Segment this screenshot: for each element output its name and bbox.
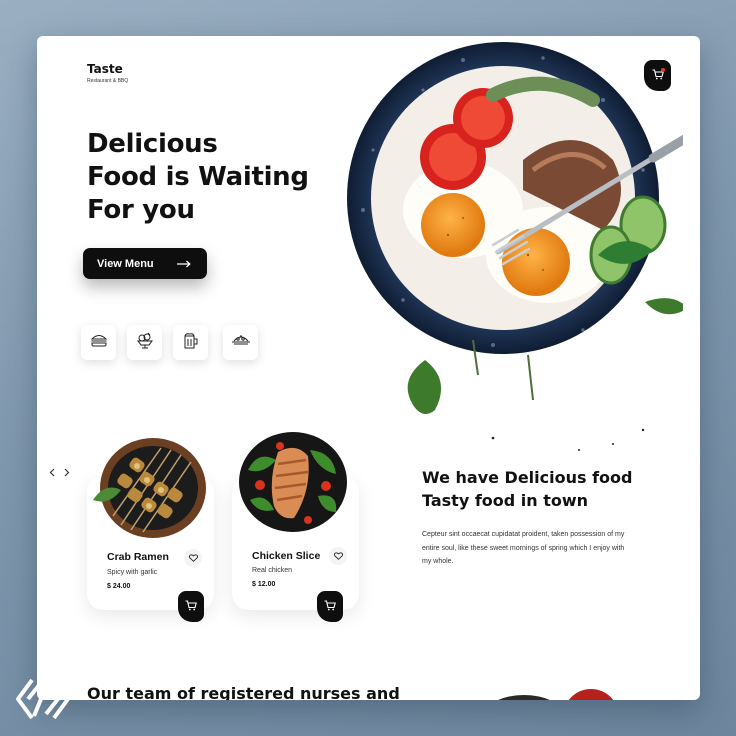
burger-icon bbox=[90, 333, 108, 352]
shopping-cart-icon bbox=[324, 598, 336, 616]
brand-name: Taste bbox=[87, 62, 123, 76]
category-ice-cream[interactable] bbox=[127, 325, 162, 360]
watermark-logo bbox=[14, 676, 72, 727]
promo-title: We have Delicious food Tasty food in tow… bbox=[422, 468, 633, 510]
category-list bbox=[81, 325, 258, 360]
add-to-cart-button[interactable] bbox=[178, 591, 204, 622]
beer-mug-icon bbox=[183, 332, 199, 354]
view-menu-label: View Menu bbox=[97, 257, 154, 270]
menu-card-title: Chicken Slice bbox=[252, 550, 321, 562]
shopping-cart-icon bbox=[185, 598, 197, 616]
team-section-heading: Our team of registered nurses and bbox=[87, 684, 400, 700]
brand-tagline: Restaurant & BBQ bbox=[87, 78, 129, 84]
team-preview-image bbox=[563, 689, 619, 700]
brand[interactable]: Taste Restaurant & BBQ bbox=[87, 62, 128, 84]
carousel-controls bbox=[49, 464, 70, 482]
landing-page-card: Taste Restaurant & BBQ Delicious Food is… bbox=[37, 36, 700, 700]
food-platter-icon bbox=[231, 333, 251, 353]
heart-icon bbox=[333, 547, 343, 565]
favorite-button[interactable] bbox=[184, 549, 202, 567]
heart-icon bbox=[188, 549, 198, 567]
promo-text: Cepteur sint occaecat cupidatat proident… bbox=[422, 531, 625, 565]
ice-cream-icon bbox=[136, 332, 154, 354]
team-preview-image bbox=[485, 695, 563, 700]
skewers-plate-image bbox=[91, 430, 211, 545]
category-burger[interactable] bbox=[81, 325, 116, 360]
menu-card-title: Crab Ramen bbox=[107, 551, 169, 563]
hero-title: Delicious Food is Waiting For you bbox=[87, 129, 309, 225]
category-beer[interactable] bbox=[173, 325, 208, 360]
chevron-right-icon[interactable] bbox=[64, 464, 70, 482]
add-to-cart-button[interactable] bbox=[317, 591, 343, 622]
favorite-button[interactable] bbox=[329, 547, 347, 565]
menu-card-price: $ 24.00 bbox=[107, 583, 131, 590]
menu-card-subtitle: Spicy with garlic bbox=[107, 569, 158, 576]
arrow-right-icon bbox=[177, 260, 191, 268]
category-platter[interactable] bbox=[223, 325, 258, 360]
chevron-left-icon[interactable] bbox=[49, 464, 55, 482]
view-menu-button[interactable]: View Menu bbox=[83, 248, 207, 279]
chicken-salad-plate-image bbox=[238, 430, 348, 539]
menu-card-price: $ 12.00 bbox=[252, 581, 276, 588]
hero-food-bowl-image bbox=[343, 40, 700, 460]
menu-card-subtitle: Real chicken bbox=[252, 567, 293, 574]
